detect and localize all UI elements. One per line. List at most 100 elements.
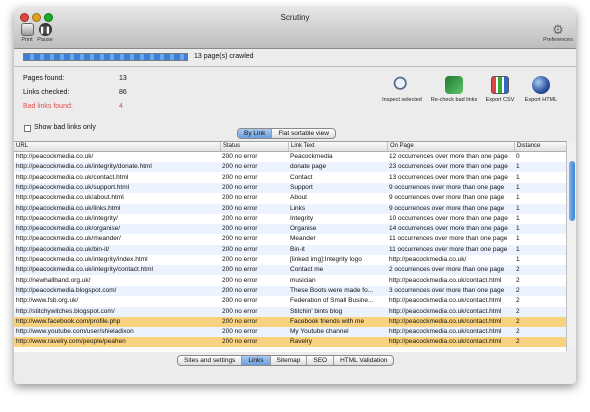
url-cell: http://peacockmedia.co.uk/bin-it/ [16, 245, 110, 253]
url-cell: http://www.facebook.com/profile.php [16, 317, 121, 325]
status-cell: 200 no error [222, 276, 258, 284]
pages-found-value: 13 [119, 75, 127, 82]
table-row[interactable]: http://peacockmedia.co.uk/bin-it/200 no … [14, 244, 566, 255]
url-cell: http://peacockmedia.co.uk/about.html [16, 194, 124, 202]
column-header-on-page[interactable]: On Page [387, 142, 514, 151]
url-cell: http://www.fsb.org.uk/ [16, 297, 79, 305]
table-row[interactable]: http://www.facebook.com/profile.php 200 n… [14, 316, 566, 327]
on-page-cell: 3 occurrences over more than one page [389, 286, 505, 294]
link-text-cell: Integrity [290, 214, 314, 222]
url-cell: http://peacockmedia.co.uk/integrity/ [16, 214, 118, 222]
table-row[interactable]: http://peacockmedia.co.uk/integrity/cont… [14, 265, 566, 276]
tab-sitemap[interactable]: Sitemap [271, 356, 308, 365]
table-row[interactable]: http://newhallband.org.uk/200 no error mu… [14, 276, 566, 286]
progress-text: 13 page(s) crawled [194, 53, 254, 60]
on-page-cell: 23 occurrences over more than one page [389, 163, 508, 171]
on-page-cell: 11 occurrences over more than one page [389, 245, 508, 253]
export-html-label: Export HTML [524, 97, 558, 103]
column-header-link-text[interactable]: Link Text [288, 142, 387, 151]
link-text-cell: Links [290, 204, 306, 212]
on-page-cell: 13 occurrences over more than one page [389, 173, 508, 181]
distance-cell: 1 [516, 163, 520, 171]
table-row[interactable]: http://peacockmedia.co.uk/links.html 200 … [14, 203, 566, 214]
status-cell: 200 no error [222, 256, 258, 263]
toolbar: Scrutiny Print ❚❚ Pause ⚙ Preferences [14, 8, 576, 49]
column-header-status[interactable]: Status [220, 142, 288, 151]
window-title: Scrutiny [280, 13, 310, 22]
column-header-url[interactable]: URL [14, 142, 220, 151]
distance-cell: 2 [516, 338, 520, 346]
table-row[interactable]: http://www.fsb.org.uk/200 no error Federa… [14, 296, 566, 306]
link-text-cell: Meander [290, 235, 316, 243]
gear-icon: ⚙ [552, 22, 564, 37]
on-page-cell: http://peacockmedia.co.uk/contact.html [389, 338, 502, 346]
pages-found-label: Pages found: [23, 75, 65, 82]
table-row[interactable]: http://stitchywitches.blogspot.com/200 n… [14, 306, 566, 317]
url-cell: http://www.ravelry.com/people/peahen [16, 338, 126, 346]
tab-links[interactable]: Links [242, 356, 271, 365]
table-row[interactable]: http://peacockmedia.co.uk/contact.html 20… [14, 173, 566, 183]
url-cell: http://newhallband.org.uk/ [16, 276, 91, 284]
status-cell: 200 no error [222, 183, 258, 191]
flat-sortable-view-tab[interactable]: Flat sortable view [272, 129, 335, 138]
bad-links-label: Bad links found: [23, 103, 73, 110]
status-cell: 200 no error [222, 153, 258, 160]
preferences-button[interactable]: ⚙ Preferences [540, 23, 576, 43]
on-page-cell: 9 occurrences over more than one page [389, 194, 505, 202]
pause-button[interactable]: ❚❚ Pause [32, 23, 58, 43]
table-row[interactable]: http://peacockmedia.blogspot.com/200 no … [14, 285, 566, 296]
table-row[interactable]: http://peacockmedia.co.uk/meander/200 no… [14, 234, 566, 244]
on-page-cell: 10 occurrences over more than one page [389, 214, 508, 222]
table-row[interactable]: http://www.ravelry.com/people/peahen 200 … [14, 337, 566, 348]
distance-cell: 1 [516, 256, 520, 263]
recheck-bad-links-button[interactable]: Re-check bad links [427, 76, 481, 103]
distance-cell: 1 [516, 183, 520, 191]
table-row[interactable]: http://peacockmedia.co.uk/organise/200 n… [14, 224, 566, 235]
link-text-cell: About [290, 194, 307, 202]
on-page-cell: 12 occurrences over more than one page [389, 153, 508, 160]
link-text-cell: Support [290, 183, 313, 191]
table-row[interactable]: http://peacockmedia.co.uk/200 no error Pe… [14, 152, 566, 162]
bottom-tab-bar: Sites and settings Links Sitemap SEO HTM… [177, 355, 395, 366]
distance-cell: 1 [516, 214, 520, 222]
globe-icon [532, 76, 550, 94]
distance-cell: 2 [516, 307, 520, 315]
table-row[interactable]: http://peacockmedia.co.uk/support.html 20… [14, 182, 566, 193]
distance-cell: 0 [516, 153, 520, 160]
vertical-scrollbar[interactable] [566, 141, 576, 351]
column-header-distance[interactable]: Distance [514, 142, 566, 151]
progress-fill [24, 54, 187, 60]
table-row[interactable]: http://peacockmedia.co.uk/integrity/dona… [14, 162, 566, 173]
on-page-cell: 14 occurrences over more than one page [389, 225, 508, 233]
show-bad-links-label: Show bad links only [34, 124, 96, 131]
url-cell: http://peacockmedia.co.uk/contact.html [16, 173, 129, 181]
link-text-cell: My Youtube channel [290, 328, 349, 336]
link-text-cell: Ravelry [290, 338, 313, 346]
tab-sites-and-settings[interactable]: Sites and settings [178, 356, 243, 365]
link-text-cell: Contact me [290, 266, 324, 274]
table-row[interactable]: http://peacockmedia.co.uk/integrity/200 … [14, 214, 566, 224]
table-row[interactable]: http://peacockmedia.co.uk/about.html 200 … [14, 193, 566, 203]
csv-chart-icon [491, 76, 509, 94]
show-bad-links-checkbox[interactable] [24, 125, 31, 132]
tab-html-validation[interactable]: HTML Validation [334, 356, 393, 365]
pause-icon: ❚❚ [38, 23, 52, 36]
url-cell: http://peacockmedia.co.uk/support.html [16, 183, 130, 191]
scrollbar-thumb[interactable] [569, 161, 575, 221]
preferences-label: Preferences [543, 37, 573, 43]
table-row[interactable]: http://peacockmedia.co.uk/integrity/inde… [14, 255, 566, 265]
tab-seo[interactable]: SEO [307, 356, 335, 365]
table-row[interactable]: http://www.youtube.com/user/shieladixon 2… [14, 327, 566, 338]
links-table: URL Status Link Text On Page Distance ht… [14, 141, 566, 352]
inspect-selected-button[interactable]: Inspect selected [378, 76, 426, 103]
link-text-cell: Facebook friends with me [290, 317, 365, 325]
export-csv-button[interactable]: Export CSV [480, 76, 520, 103]
status-cell: 200 no error [222, 235, 258, 243]
on-page-cell: 9 occurrences over more than one page [389, 204, 505, 212]
green-arrow-icon [445, 76, 463, 94]
link-text-cell: Organise [290, 225, 317, 233]
status-cell: 200 no error [222, 204, 258, 212]
status-cell: 200 no error [222, 328, 258, 336]
by-link-tab[interactable]: By Link [238, 129, 273, 138]
export-html-button[interactable]: Export HTML [518, 76, 564, 103]
